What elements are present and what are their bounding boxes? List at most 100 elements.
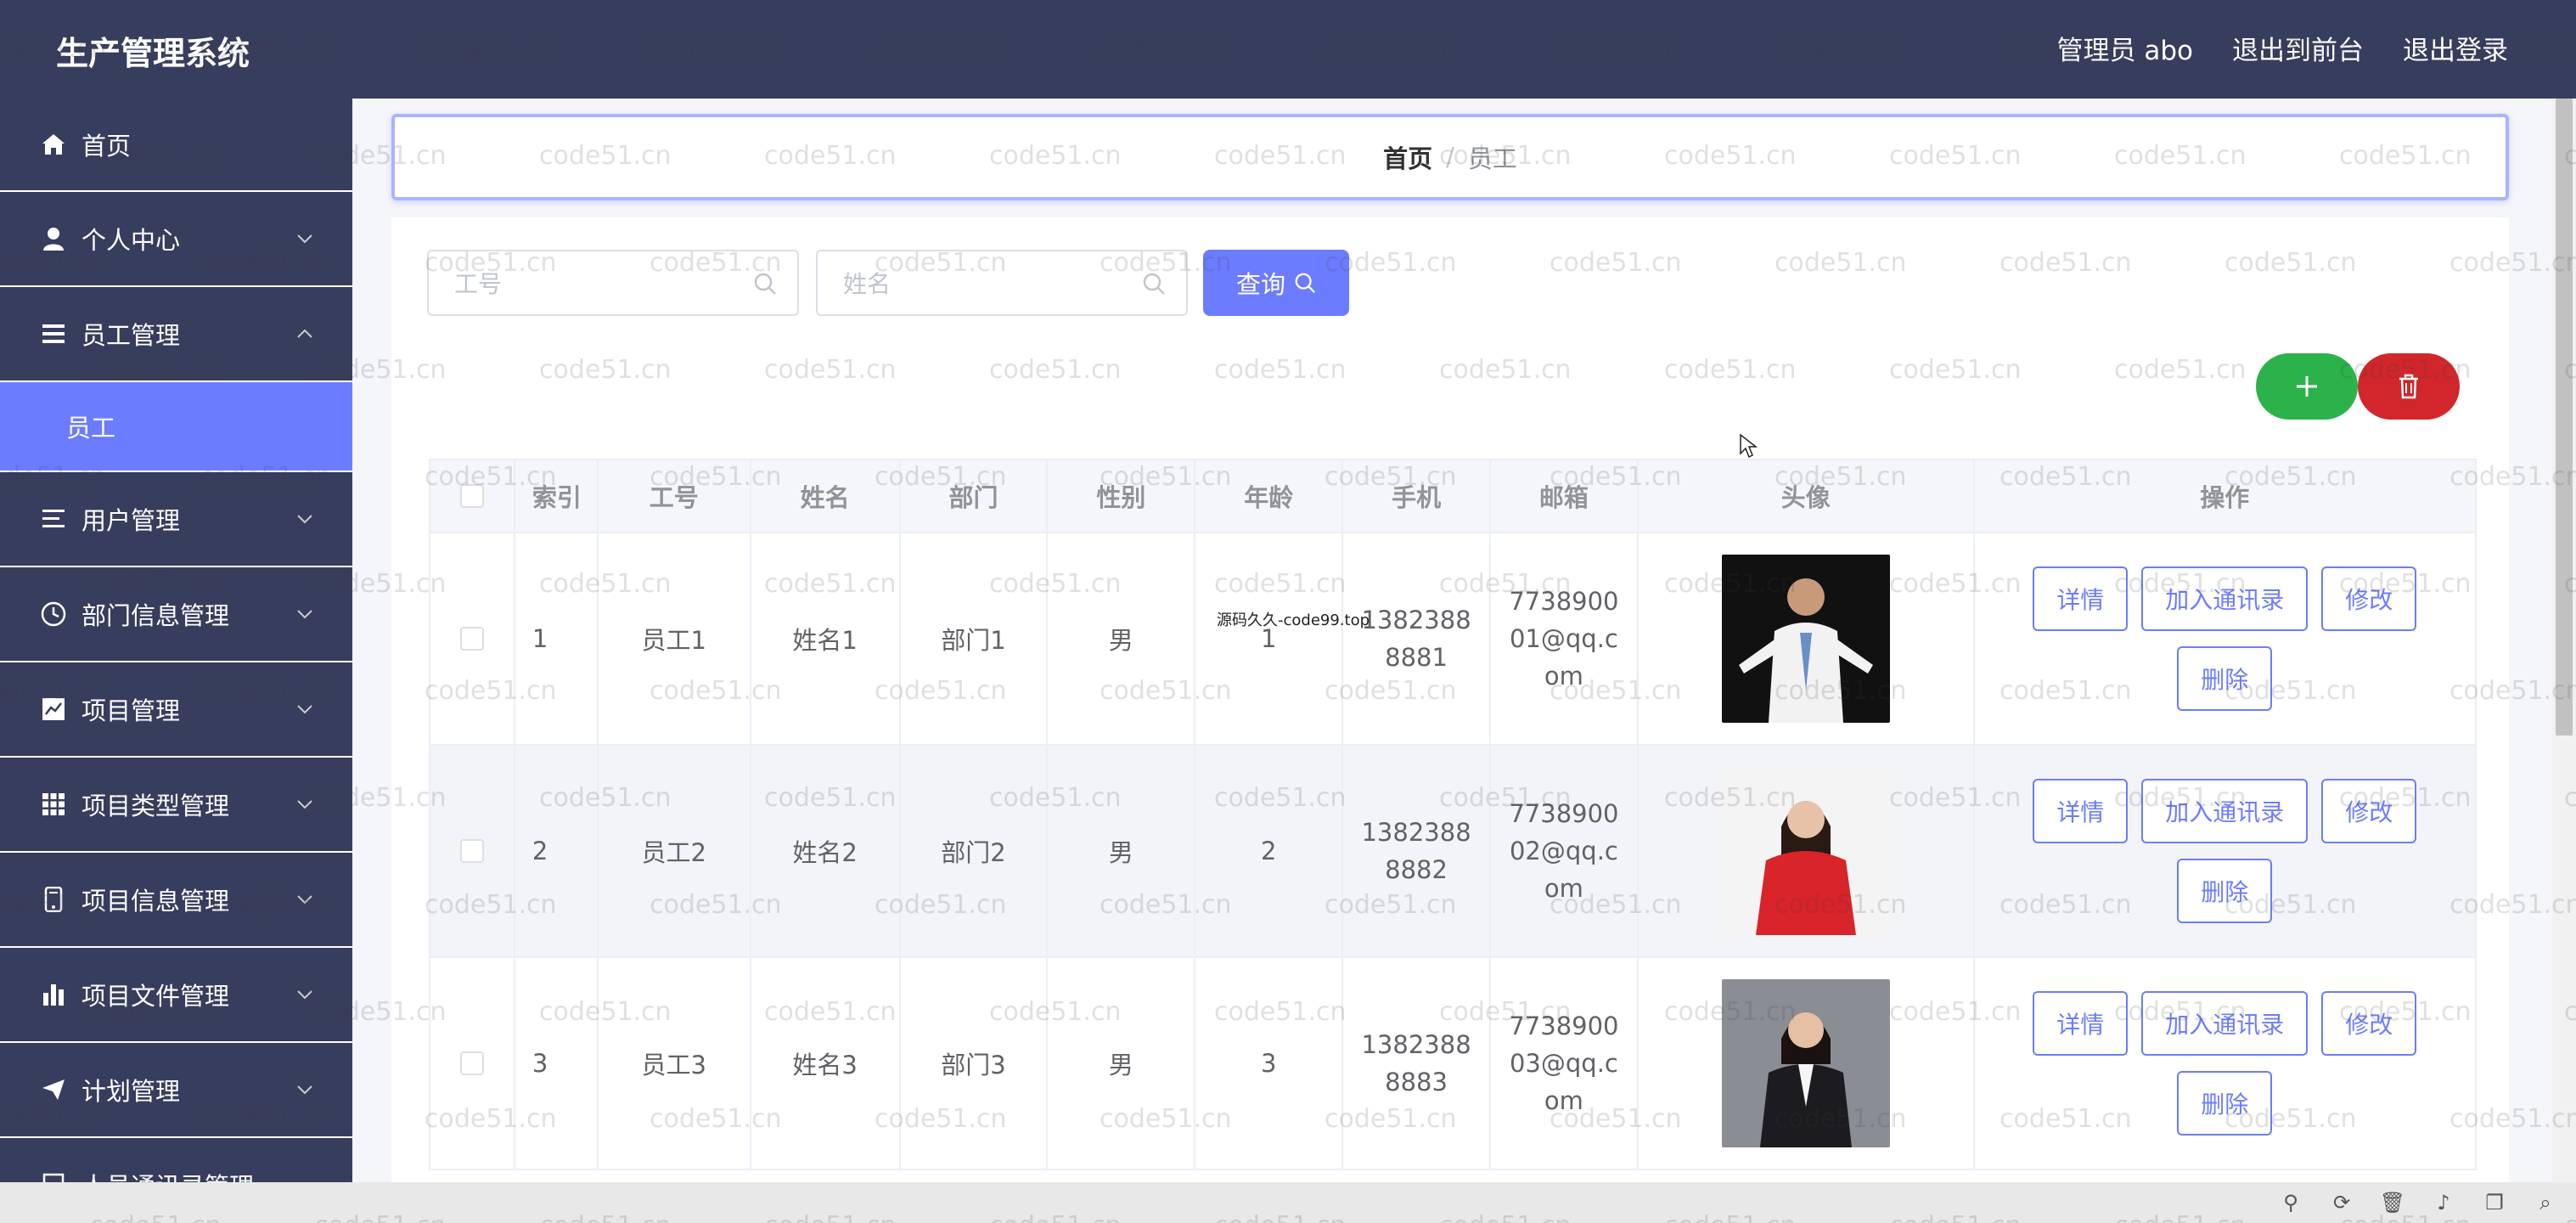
delete-button[interactable]: 删除 [2177, 646, 2273, 711]
header-cell: 邮箱 [1491, 460, 1639, 532]
detail-button[interactable]: 详情 [2033, 779, 2129, 843]
detail-button[interactable]: 详情 [2033, 991, 2129, 1056]
select-all-checkbox[interactable] [459, 484, 484, 508]
xingming-search-input[interactable]: 姓名 [816, 250, 1188, 316]
row-checkbox[interactable] [459, 1051, 484, 1075]
pin-icon[interactable]: ⚲ [2277, 1189, 2304, 1216]
chevron-down-icon [297, 990, 312, 1000]
breadcrumb-separator: / [1446, 143, 1454, 172]
add-contact-button[interactable]: 加入通讯录 [2141, 566, 2309, 631]
sidebar: 首页 个人中心 员工管理 员工 用户管理 部门信息管理 项目管理 项目类型管理 … [0, 99, 352, 1182]
window-icon[interactable]: ❐ [2481, 1189, 2508, 1216]
sidebar-item-personal[interactable]: 个人中心 [0, 192, 352, 287]
ops-cell: 详情 加入通讯录 修改 删除 [1975, 746, 2478, 956]
youxiang-text: 773890001@qq.com [1509, 587, 1619, 690]
delete-button[interactable]: 删除 [2177, 859, 2273, 923]
shouji-cell: 13823888882 [1343, 746, 1491, 956]
index-cell: 3 [515, 958, 599, 1169]
trash-icon[interactable]: 🗑 [2379, 1189, 2406, 1216]
batch-delete-button[interactable] [2358, 353, 2460, 420]
add-button[interactable] [2256, 353, 2358, 420]
vertical-scrollbar[interactable] [2552, 99, 2576, 1182]
row-checkbox[interactable] [459, 839, 484, 863]
breadcrumb-home[interactable]: 首页 [1383, 139, 1432, 175]
chevron-down-icon [297, 234, 312, 244]
sidebar-item-project-mgmt[interactable]: 项目管理 [0, 662, 352, 758]
menu-icon [39, 504, 68, 533]
avatar [1721, 767, 1890, 935]
sidebar-item-project-type-mgmt[interactable]: 项目类型管理 [0, 758, 352, 853]
query-label: 查询 [1235, 270, 1285, 299]
header-actions: 管理员 abo 退出到前台 退出登录 [2057, 29, 2509, 67]
gonghao-search-input[interactable]: 工号 [427, 250, 799, 316]
sidebar-subitem-employee[interactable]: 员工 [0, 382, 352, 472]
row-checkbox-cell [430, 958, 515, 1169]
chevron-down-icon [297, 800, 312, 809]
breadcrumb-current: 员工 [1467, 144, 1517, 173]
edit-button[interactable]: 修改 [2321, 779, 2417, 843]
query-button[interactable]: 查询 [1203, 250, 1349, 316]
clock-icon [39, 600, 68, 628]
bottom-toolbar: ⚲ ⟳ 🗑 ♪ ❐ ⌕ [2277, 1189, 2559, 1216]
chevron-up-icon [297, 329, 312, 338]
youxiang-text: 773890003@qq.com [1509, 1012, 1619, 1115]
table-header-row: 索引 工号 姓名 部门 性别 年龄 手机 邮箱 头像 操作 [430, 460, 2478, 533]
nianling-cell: 2 [1195, 746, 1344, 956]
list-icon [39, 319, 68, 348]
xingming-cell: 姓名2 [751, 746, 901, 956]
sidebar-item-label: 项目信息管理 [82, 887, 230, 916]
chevron-down-icon [297, 1085, 312, 1095]
main-content: 首页 / 员工 工号 姓名 查询 索引 工号 姓名 部门 性别 年龄 手机 邮箱… [352, 99, 2576, 1182]
logout-link[interactable]: 退出登录 [2403, 29, 2508, 67]
add-contact-button[interactable]: 加入通讯录 [2141, 779, 2309, 843]
sidebar-item-label: 人员通讯录管理 [82, 1167, 254, 1182]
mouse-cursor-icon [1740, 433, 1758, 459]
sidebar-item-project-info-mgmt[interactable]: 项目信息管理 [0, 853, 352, 948]
detail-button[interactable]: 详情 [2033, 566, 2129, 631]
header-cell: 操作 [1975, 460, 2478, 532]
delete-button[interactable]: 删除 [2177, 1071, 2273, 1136]
bar-chart-icon [39, 980, 68, 1009]
xingbie-cell: 男 [1048, 958, 1196, 1169]
header-cell: 年龄 [1195, 460, 1344, 532]
nianling-cell: 3 [1195, 958, 1344, 1169]
send-icon [39, 1075, 68, 1104]
sidebar-item-label: 项目文件管理 [82, 982, 230, 1011]
sidebar-item-employee-mgmt[interactable]: 员工管理 [0, 287, 352, 382]
volume-icon[interactable]: ♪ [2430, 1189, 2457, 1216]
header-cell: 工号 [599, 460, 751, 532]
scrollbar-thumb[interactable] [2556, 99, 2573, 735]
xingbie-cell: 男 [1048, 746, 1196, 956]
sidebar-item-user-mgmt[interactable]: 用户管理 [0, 472, 352, 567]
table-row: 3 员工3 姓名3 部门3 男 3 13823888883 773890003@… [430, 958, 2478, 1170]
bottom-status-bar: ⚲ ⟳ 🗑 ♪ ❐ ⌕ [0, 1182, 2576, 1223]
chevron-down-icon [297, 610, 312, 619]
book-icon [39, 1170, 68, 1182]
sidebar-item-dept-mgmt[interactable]: 部门信息管理 [0, 567, 352, 662]
add-contact-button[interactable]: 加入通讯录 [2141, 991, 2309, 1056]
sidebar-item-home[interactable]: 首页 [0, 99, 352, 192]
sidebar-item-plan-mgmt[interactable]: 计划管理 [0, 1043, 352, 1138]
row-checkbox[interactable] [459, 627, 484, 651]
youxiang-cell: 773890002@qq.com [1491, 746, 1639, 956]
xingming-cell: 姓名1 [751, 533, 901, 744]
plus-icon [2297, 376, 2317, 397]
search-icon[interactable]: ⌕ [2532, 1189, 2559, 1216]
refresh-icon[interactable]: ⟳ [2328, 1189, 2355, 1216]
row-checkbox-cell [430, 533, 515, 744]
gonghao-placeholder: 工号 [454, 270, 503, 298]
exit-front-link[interactable]: 退出到前台 [2232, 29, 2364, 67]
chevron-down-icon [297, 705, 312, 714]
home-icon [39, 130, 68, 159]
shouji-cell: 13823888883 [1343, 958, 1491, 1169]
edit-button[interactable]: 修改 [2321, 991, 2417, 1056]
user-icon [39, 224, 68, 253]
trash-icon [2399, 374, 2418, 399]
xingbie-cell: 男 [1048, 533, 1196, 744]
sidebar-item-contacts-mgmt[interactable]: 人员通讯录管理 [0, 1138, 352, 1182]
edit-button[interactable]: 修改 [2321, 566, 2417, 631]
breadcrumb: 首页 / 员工 [391, 114, 2509, 200]
youxiang-cell: 773890003@qq.com [1491, 958, 1639, 1169]
sidebar-item-project-file-mgmt[interactable]: 项目文件管理 [0, 948, 352, 1043]
app-title: 生产管理系统 [56, 35, 250, 72]
